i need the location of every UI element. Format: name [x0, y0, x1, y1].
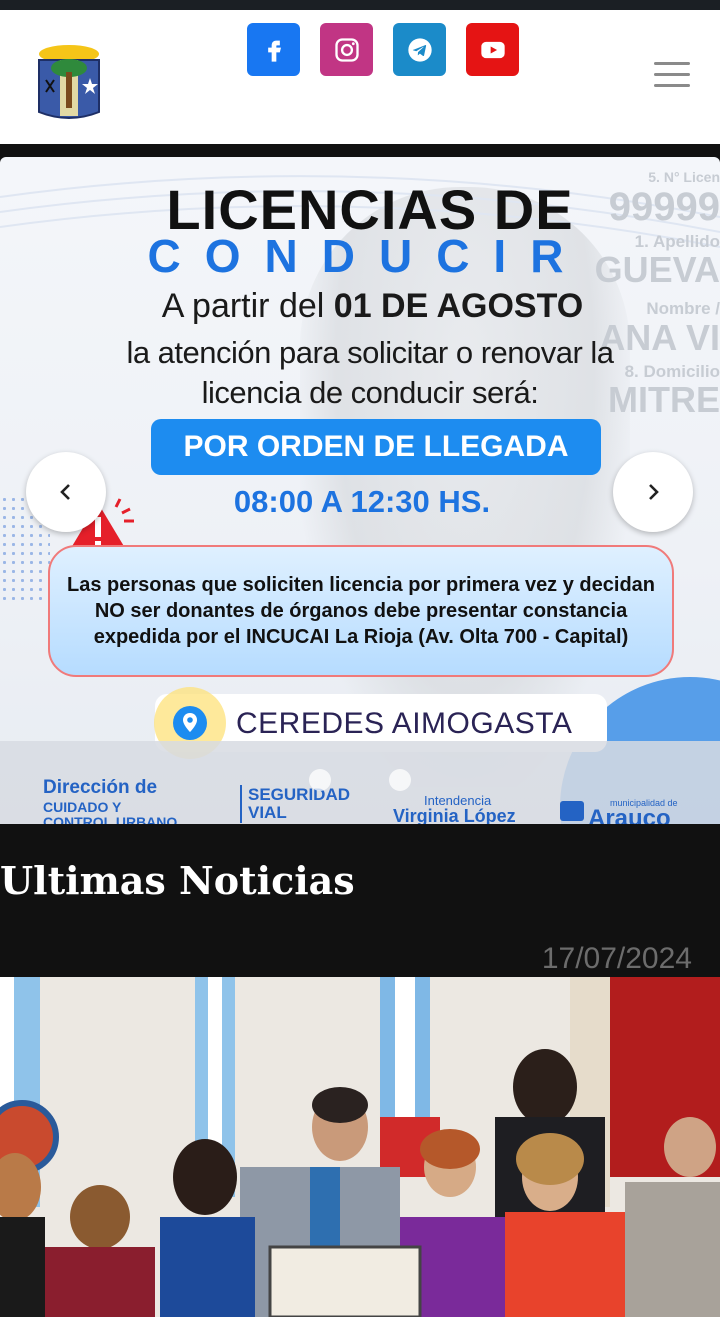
location-name: CEREDES AIMOGASTA	[236, 707, 573, 740]
news-photo-image	[0, 977, 720, 1317]
date-bold: 01 DE AGOSTO	[333, 287, 584, 325]
news-date: 17/07/2024	[541, 942, 692, 975]
carousel-indicator[interactable]	[389, 769, 411, 791]
banner-date-line: A partir del 01 DE AGOSTO	[0, 287, 720, 326]
sponsor-direccion: Dirección de	[43, 777, 158, 798]
municipality-icon	[560, 801, 584, 821]
location-pin-icon	[173, 706, 207, 740]
chevron-left-icon	[60, 484, 70, 500]
site-header	[0, 10, 720, 144]
notice-box: Las personas que soliciten licencia por …	[48, 545, 674, 677]
banner-text-line: la atención para solicitar o renovar la	[126, 335, 614, 370]
sponsor-intendencia-name: Virginia López	[393, 806, 516, 824]
header-divider	[0, 144, 720, 158]
telegram-link[interactable]	[393, 23, 446, 76]
telegram-icon	[407, 37, 432, 62]
carousel-prev-button[interactable]	[26, 452, 106, 532]
hamburger-menu-icon[interactable]	[654, 62, 690, 92]
facebook-link[interactable]	[247, 23, 300, 76]
instagram-link[interactable]	[320, 23, 373, 76]
news-photo[interactable]	[0, 977, 720, 1317]
banner-subtitle: CONDUCIR	[147, 230, 588, 282]
youtube-link[interactable]	[466, 23, 519, 76]
coat-of-arms-logo[interactable]	[34, 40, 104, 124]
banner-text-line: licencia de conducir será:	[201, 375, 539, 410]
divider	[240, 785, 242, 823]
sponsor-vial: VIAL	[248, 803, 287, 822]
sponsor-direccion-l3: CONTROL URBANO	[43, 814, 178, 824]
chevron-right-icon	[649, 484, 659, 500]
facebook-icon	[267, 40, 281, 62]
sponsor-muni-name: Arauco	[588, 805, 671, 824]
carousel-next-button[interactable]	[613, 452, 693, 532]
carousel-indicator[interactable]	[309, 769, 331, 791]
date-prefix: A partir del	[161, 287, 325, 325]
attention-mode-badge: POR ORDEN DE LLEGADA	[151, 419, 601, 475]
sponsor-seguridad: SEGURIDAD	[248, 785, 351, 804]
youtube-icon	[480, 41, 505, 58]
notice-text: Las personas que soliciten licencia por …	[67, 574, 655, 648]
status-bar	[0, 0, 720, 10]
instagram-icon	[334, 37, 359, 62]
section-title: Ultimas Noticias	[0, 858, 355, 903]
sponsor-direccion-l2: CUIDADO Y	[43, 799, 122, 815]
carousel-slide[interactable]: 5. N° Licen 99999 1. Apellido GUEVA Nomb…	[0, 157, 720, 824]
